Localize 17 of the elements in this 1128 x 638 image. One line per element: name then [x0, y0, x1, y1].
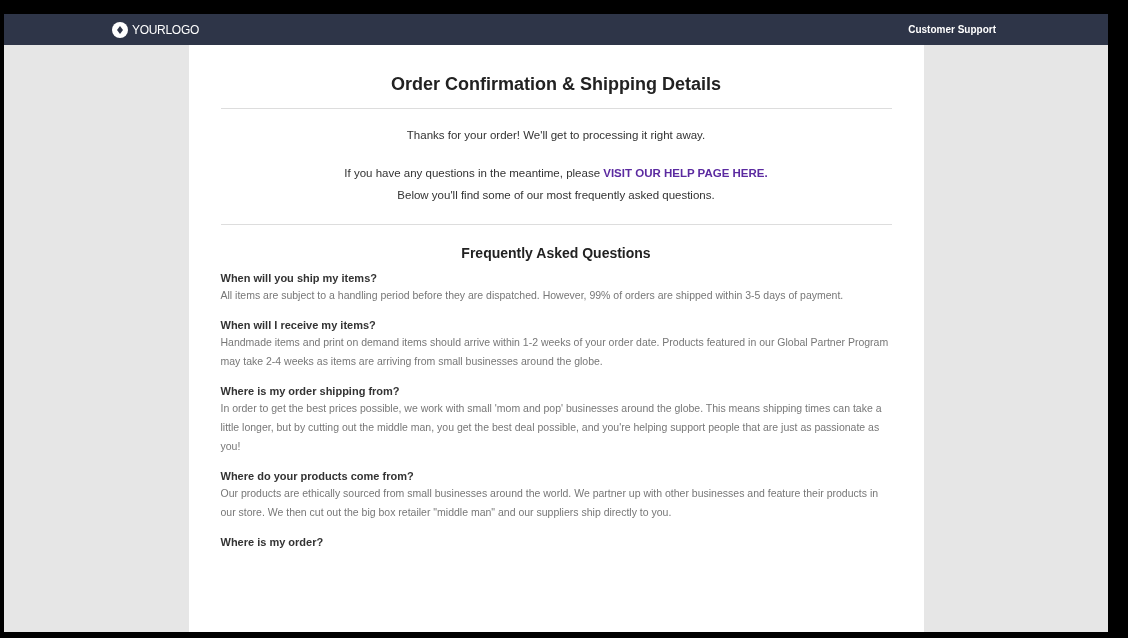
logo-icon: [112, 21, 128, 38]
help-page-link[interactable]: VISIT OUR HELP PAGE HERE.: [603, 167, 768, 180]
faq-question: Where is my order shipping from?: [220, 384, 401, 400]
faq-answer: Our products are ethically sourced from small businesses around the world. We partner up with other businesses and feature their products in our store. We then cut out the big box retailer "middle man" and our suppliers ship directly to you.: [220, 486, 880, 521]
faq-question: Where is my order?: [220, 535, 325, 551]
faq-answer: Handmade items and print on demand items should arrive within 1-2 weeks of your order date. Products featured in our Global Partner Program may take 2-4 weeks as items are arriving from small businesses around the globe.: [220, 335, 890, 370]
page-title: Order Confirmation & Shipping Details: [220, 71, 892, 109]
faq-title: Frequently Asked Questions: [460, 244, 652, 264]
help-message: If you have any questions in the meantime, please VISIT OUR HELP PAGE HERE. Below you'll find some of our most frequently asked questions.: [343, 166, 769, 204]
faq-question: Where do your products come from?: [220, 469, 415, 485]
customer-support-link[interactable]: Customer Support: [908, 22, 996, 37]
faq-question: When will I receive my items?: [220, 318, 377, 334]
faq-answer: All items are subject to a handling period before they are dispatched. However, 99% of orders are shipped within 3-5 days of payment.: [220, 288, 845, 304]
faq-question: When will you ship my items?: [220, 271, 378, 287]
logo[interactable]: YOURLOGO: [112, 20, 199, 39]
faq-answer: In order to get the best prices possible, we work with small 'mom and pop' businesses around the globe. This means shipping times can take a little longer, but by cutting out the middle man, you get the best deal possible, and you're helping support people that are just as passionate as you!: [220, 401, 883, 455]
thanks-message: Thanks for your order! We'll get to processing it right away.: [405, 128, 707, 143]
